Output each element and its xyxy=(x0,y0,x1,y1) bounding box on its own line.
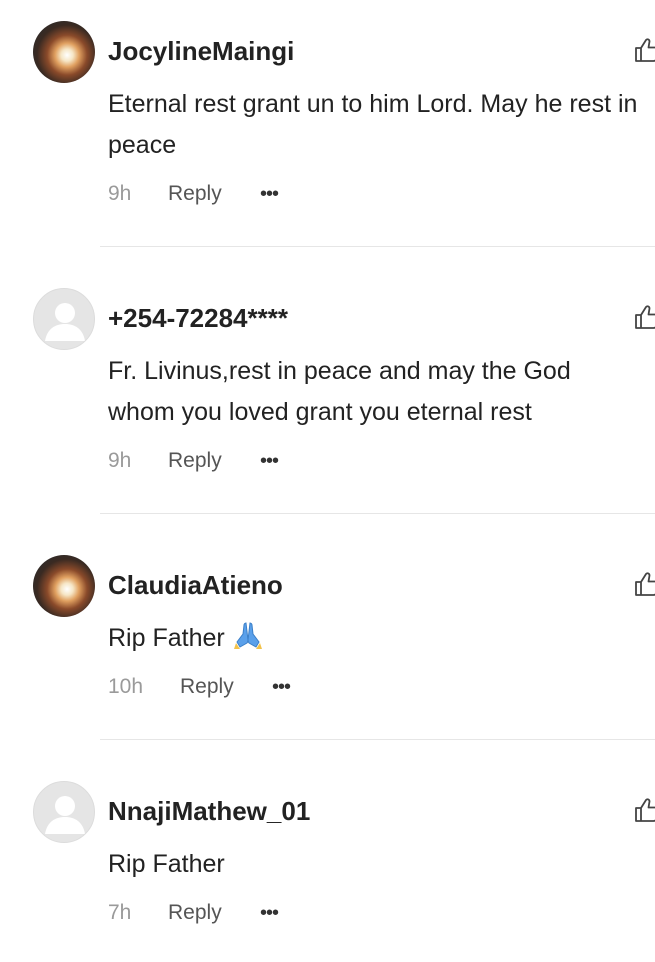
praying-hands-icon xyxy=(233,622,262,649)
user-avatar[interactable] xyxy=(33,21,95,83)
divider xyxy=(100,246,655,247)
divider xyxy=(100,739,655,740)
thumbs-up-icon[interactable] xyxy=(633,796,655,824)
reply-button[interactable]: Reply xyxy=(168,449,260,473)
default-user-icon xyxy=(45,303,85,341)
comment-time: 9h xyxy=(108,449,132,472)
comment-meta: 10h Reply ••• xyxy=(108,672,291,702)
reply-button[interactable]: Reply xyxy=(180,675,272,699)
reply-button[interactable]: Reply xyxy=(168,182,260,206)
comment-text: Eternal rest grant un to him Lord. May h… xyxy=(108,90,638,159)
comment-time: 9h xyxy=(108,182,132,205)
comment-meta: 9h Reply ••• xyxy=(108,446,279,476)
comment-meta: 9h Reply ••• xyxy=(108,179,279,209)
comment-text-row: Rip Father xyxy=(108,618,655,659)
thumbs-up-icon[interactable] xyxy=(633,36,655,64)
more-dots-icon[interactable]: ••• xyxy=(272,677,291,697)
default-user-icon xyxy=(45,796,85,834)
more-dots-icon[interactable]: ••• xyxy=(260,184,279,204)
comment-username[interactable]: JocylineMaingi xyxy=(108,36,294,67)
comment-text: Rip Father xyxy=(108,624,225,652)
comment-text: Fr. Livinus,rest in peace and may the Go… xyxy=(108,357,571,426)
user-avatar[interactable] xyxy=(33,781,95,843)
thumbs-up-icon[interactable] xyxy=(633,570,655,598)
more-dots-icon[interactable]: ••• xyxy=(260,451,279,471)
comment-username[interactable]: ClaudiaAtieno xyxy=(108,570,283,601)
comment-time: 10h xyxy=(108,675,144,698)
more-dots-icon[interactable]: ••• xyxy=(260,903,279,923)
user-avatar[interactable] xyxy=(33,288,95,350)
thumbs-up-icon[interactable] xyxy=(633,303,655,331)
divider xyxy=(100,513,655,514)
comment-text: Rip Father xyxy=(108,850,225,878)
user-avatar[interactable] xyxy=(33,555,95,617)
comment-username[interactable]: NnajiMathew_01 xyxy=(108,796,310,827)
comment-time: 7h xyxy=(108,901,132,924)
comment-meta: 7h Reply ••• xyxy=(108,898,279,928)
reply-button[interactable]: Reply xyxy=(168,901,260,925)
comment-username[interactable]: +254-72284**** xyxy=(108,303,288,334)
